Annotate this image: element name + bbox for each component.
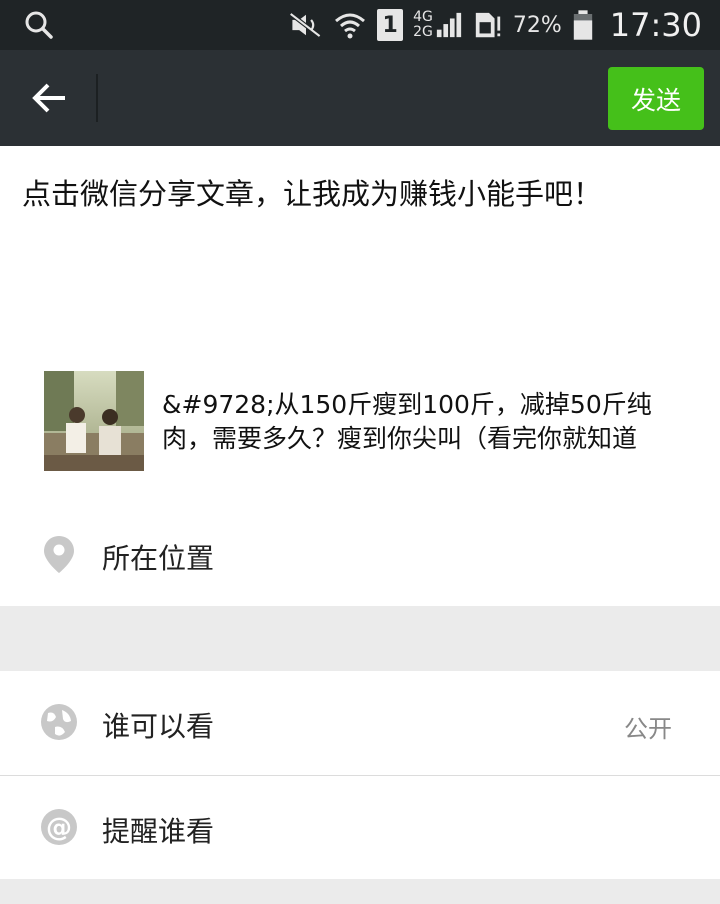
- network-4g-label: 4G: [413, 9, 433, 25]
- location-pin-icon: [44, 536, 74, 573]
- status-icons: 1 4G 2G 72% 17:30: [289, 0, 702, 50]
- visibility-label: 谁可以看: [102, 710, 215, 743]
- mention-label: 提醒谁看: [102, 815, 215, 848]
- article-thumbnail[interactable]: [44, 371, 144, 471]
- status-bar: 1 4G 2G 72% 17:30: [0, 0, 720, 50]
- back-button[interactable]: [22, 76, 76, 120]
- visibility-row[interactable]: 谁可以看 公开: [0, 671, 720, 774]
- at-icon: @: [41, 809, 77, 845]
- bottom-gap: [0, 879, 720, 904]
- status-time: 17:30: [609, 6, 702, 44]
- sim-alert-icon: [475, 12, 501, 38]
- post-text-input[interactable]: 点击微信分享文章，让我成为赚钱小能手吧！: [22, 172, 702, 216]
- wifi-icon: [335, 13, 366, 39]
- sim-slot-label: 1: [382, 12, 398, 38]
- location-row[interactable]: 所在位置: [0, 503, 720, 606]
- mute-icon: [289, 12, 322, 38]
- sim-icon: 1: [377, 9, 404, 41]
- globe-icon: [41, 704, 77, 740]
- mention-row[interactable]: @ 提醒谁看: [0, 776, 720, 879]
- article-title[interactable]: &#9728;从150斤瘦到100斤，减掉50斤纯肉，需要多久？瘦到你尖叫（看完…: [162, 388, 692, 456]
- toolbar: 发送: [0, 50, 720, 146]
- network-type: 4G 2G: [413, 10, 433, 40]
- signal-icon: [436, 12, 462, 38]
- network-2g-label: 2G: [413, 24, 433, 40]
- battery-percent: 72%: [512, 12, 562, 38]
- svg-text:@: @: [46, 813, 72, 843]
- location-label: 所在位置: [102, 542, 215, 575]
- arrow-left-icon: [32, 83, 65, 113]
- send-button[interactable]: 发送: [608, 67, 704, 130]
- visibility-value: 公开: [624, 715, 672, 743]
- battery-icon: [573, 10, 592, 40]
- section-gap: [0, 606, 720, 671]
- toolbar-divider: [96, 74, 98, 122]
- search-icon[interactable]: [24, 10, 54, 40]
